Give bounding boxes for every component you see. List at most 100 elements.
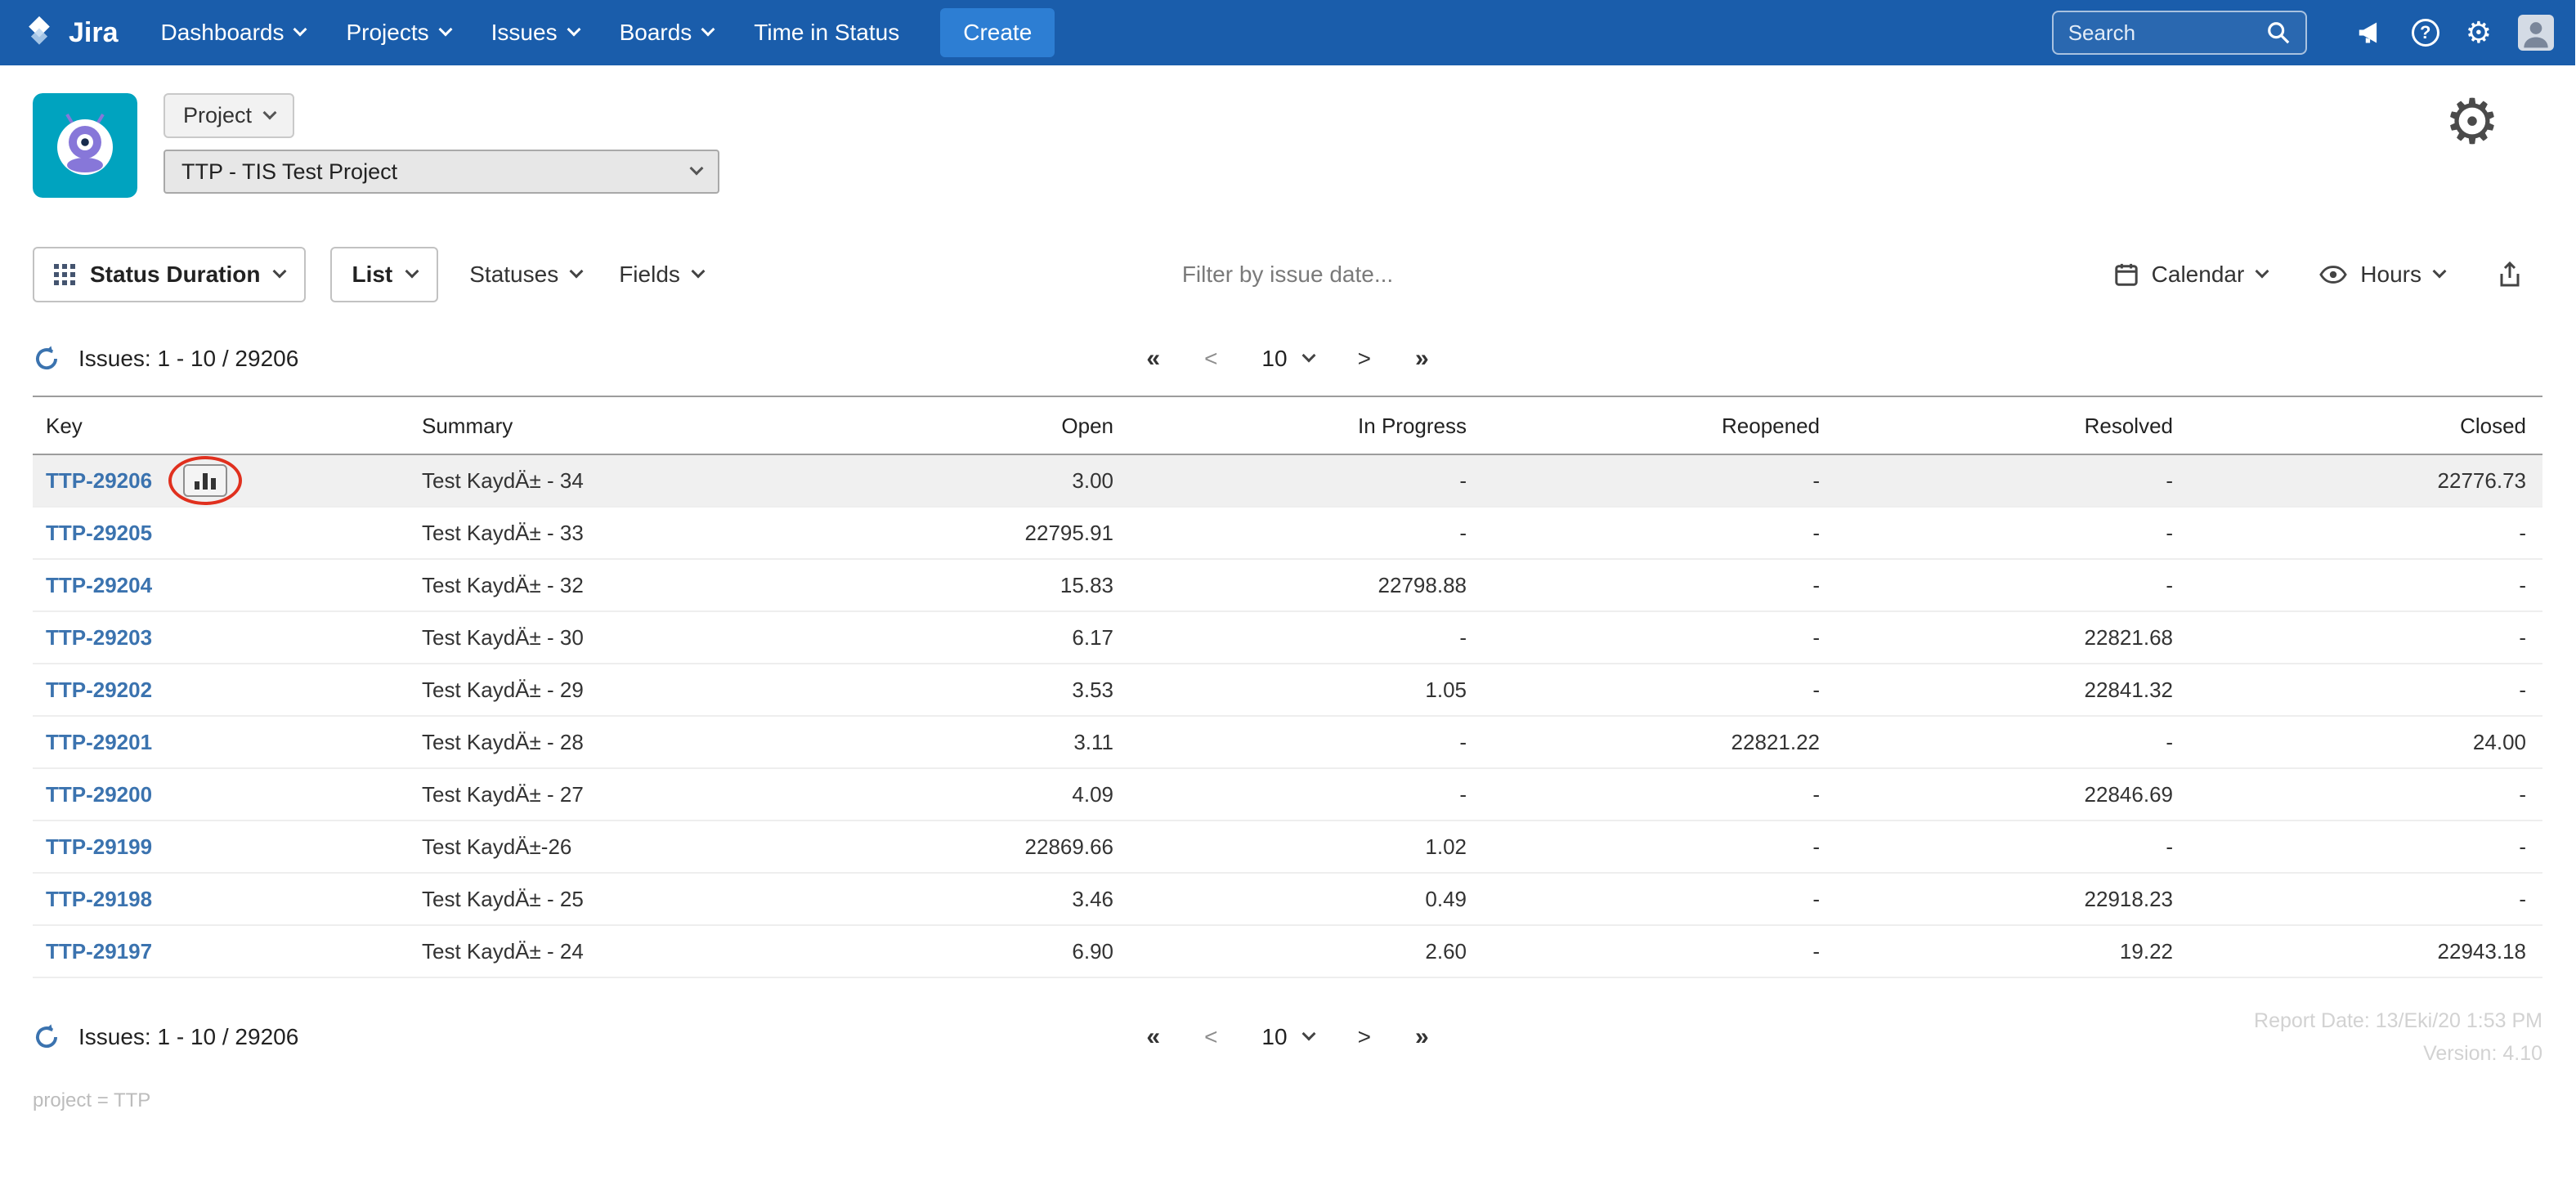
settings-gear-icon[interactable]: ⚙	[2444, 92, 2500, 154]
cell-open: 3.11	[777, 716, 1130, 769]
cell-open: 22869.66	[777, 821, 1130, 874]
chevron-down-icon	[293, 22, 307, 37]
nav-item-dashboards[interactable]: Dashboards	[161, 20, 307, 46]
pagination-next-button[interactable]: >	[1358, 346, 1371, 372]
page-size-dropdown[interactable]: 10	[1261, 346, 1316, 372]
help-icon[interactable]: ?	[2411, 19, 2439, 47]
cell-closed: -	[2189, 507, 2542, 560]
search-input[interactable]	[2068, 20, 2256, 46]
issue-key-link[interactable]: TTP-29203	[46, 625, 152, 651]
issue-key-link[interactable]: TTP-29204	[46, 573, 152, 598]
issue-key-link[interactable]: TTP-29198	[46, 887, 152, 912]
refresh-icon[interactable]	[33, 1023, 60, 1051]
chevron-down-icon	[569, 264, 584, 279]
chart-button[interactable]	[183, 464, 228, 497]
issue-key-link[interactable]: TTP-29197	[46, 939, 152, 964]
create-button[interactable]: Create	[940, 8, 1055, 57]
gear-icon[interactable]: ⚙	[2466, 18, 2492, 47]
cell-open: 22795.91	[777, 507, 1130, 560]
table-row[interactable]: TTP-29199 Test KaydÄ±-26 22869.66 1.02 -…	[33, 821, 2542, 874]
feedback-megaphone-icon[interactable]	[2356, 20, 2386, 46]
cell-open: 15.83	[777, 559, 1130, 612]
issue-key-link[interactable]: TTP-29199	[46, 834, 152, 860]
page-size-dropdown[interactable]: 10	[1261, 1024, 1316, 1050]
pagination-last-button[interactable]: »	[1415, 1023, 1429, 1051]
nav-item-boards[interactable]: Boards	[620, 20, 715, 46]
status-duration-table: Key Summary Open In Progress Reopened Re…	[33, 396, 2542, 978]
col-summary[interactable]: Summary	[409, 396, 777, 455]
pagination-prev-button[interactable]: <	[1204, 1024, 1217, 1050]
hours-button[interactable]: Hours	[2313, 252, 2451, 297]
calendar-button[interactable]: Calendar	[2108, 252, 2274, 297]
chevron-down-icon	[2255, 264, 2269, 279]
table-row[interactable]: TTP-29197 Test KaydÄ± - 24 6.90 2.60 - 1…	[33, 925, 2542, 978]
col-reopened[interactable]: Reopened	[1483, 396, 1836, 455]
project-select[interactable]: TTP - TIS Test Project	[164, 150, 719, 194]
table-row[interactable]: TTP-29201 Test KaydÄ± - 28 3.11 - 22821.…	[33, 716, 2542, 769]
pagination-bottom: « < 10 > »	[1146, 1023, 1428, 1051]
table-row[interactable]: TTP-29200 Test KaydÄ± - 27 4.09 - - 2284…	[33, 768, 2542, 821]
bar-chart-icon	[195, 473, 217, 490]
pagination-prev-button[interactable]: <	[1204, 346, 1217, 372]
chevron-down-icon	[689, 161, 704, 176]
issue-key-link[interactable]: TTP-29201	[46, 730, 152, 755]
col-key[interactable]: Key	[33, 396, 409, 455]
pagination-first-button[interactable]: «	[1146, 345, 1160, 373]
nav-item-projects[interactable]: Projects	[346, 20, 453, 46]
issue-summary: Test KaydÄ± - 30	[409, 611, 777, 664]
cell-resolved: -	[1836, 559, 2189, 612]
report-date-label: Report Date: 13/Eki/20 1:53 PM	[2254, 1009, 2542, 1032]
issue-summary: Test KaydÄ±-26	[409, 821, 777, 874]
table-row[interactable]: TTP-29202 Test KaydÄ± - 29 3.53 1.05 - 2…	[33, 664, 2542, 717]
export-button[interactable]	[2490, 251, 2529, 298]
fields-button[interactable]: Fields	[612, 252, 710, 297]
table-row[interactable]: TTP-29204 Test KaydÄ± - 32 15.83 22798.8…	[33, 559, 2542, 612]
pagination-first-button[interactable]: «	[1146, 1023, 1160, 1051]
table-row[interactable]: TTP-29205 Test KaydÄ± - 33 22795.91 - - …	[33, 507, 2542, 560]
report-type-button[interactable]: Status Duration	[33, 247, 307, 302]
nav-item-issues[interactable]: Issues	[491, 20, 581, 46]
project-avatar[interactable]	[33, 93, 137, 198]
cell-reopened: 22821.22	[1483, 716, 1836, 769]
refresh-icon[interactable]	[33, 345, 60, 373]
issues-count-label: Issues: 1 - 10 / 29206	[78, 346, 299, 371]
table-row[interactable]: TTP-29198 Test KaydÄ± - 25 3.46 0.49 - 2…	[33, 873, 2542, 926]
issue-summary: Test KaydÄ± - 28	[409, 716, 777, 769]
view-mode-button[interactable]: List	[330, 247, 439, 302]
user-avatar[interactable]	[2518, 15, 2554, 51]
jira-logo[interactable]: Jira	[21, 15, 119, 51]
search-icon[interactable]	[2266, 20, 2291, 45]
chevron-down-icon	[272, 264, 287, 279]
table-row[interactable]: TTP-29203 Test KaydÄ± - 30 6.17 - - 2282…	[33, 611, 2542, 664]
project-scope-button[interactable]: Project	[164, 93, 295, 138]
issue-key-link[interactable]: TTP-29205	[46, 521, 152, 546]
cell-reopened: -	[1483, 507, 1836, 560]
pagination-next-button[interactable]: >	[1358, 1024, 1371, 1050]
cell-reopened: -	[1483, 821, 1836, 874]
col-resolved[interactable]: Resolved	[1836, 396, 2189, 455]
issue-date-filter-input[interactable]	[1124, 262, 1451, 288]
issues-count-label: Issues: 1 - 10 / 29206	[78, 1024, 299, 1049]
results-bar-top: Issues: 1 - 10 / 29206 « < 10 > »	[33, 345, 2542, 373]
statuses-button[interactable]: Statuses	[463, 252, 588, 297]
table-row[interactable]: TTP-29206 Test KaydÄ± - 34 3.00 - - - 22…	[33, 454, 2542, 508]
cell-resolved: 19.22	[1836, 925, 2189, 978]
issue-summary: Test KaydÄ± - 25	[409, 873, 777, 926]
chevron-down-icon	[567, 22, 581, 37]
issue-key-link[interactable]: TTP-29200	[46, 782, 152, 807]
nav-item-time-in-status[interactable]: Time in Status	[754, 20, 899, 46]
pagination-last-button[interactable]: »	[1415, 345, 1429, 373]
cell-in-progress: -	[1130, 611, 1483, 664]
issue-summary: Test KaydÄ± - 29	[409, 664, 777, 717]
chevron-down-icon	[2432, 264, 2447, 279]
issue-key-link[interactable]: TTP-29202	[46, 678, 152, 703]
cell-closed: 24.00	[2189, 716, 2542, 769]
issue-key-link[interactable]: TTP-29206	[46, 468, 152, 494]
cell-reopened: -	[1483, 454, 1836, 508]
col-in-progress[interactable]: In Progress	[1130, 396, 1483, 455]
project-header: Project TTP - TIS Test Project ⚙	[0, 65, 2575, 198]
col-closed[interactable]: Closed	[2189, 396, 2542, 455]
col-open[interactable]: Open	[777, 396, 1130, 455]
calendar-icon	[2114, 263, 2138, 286]
cell-reopened: -	[1483, 873, 1836, 926]
